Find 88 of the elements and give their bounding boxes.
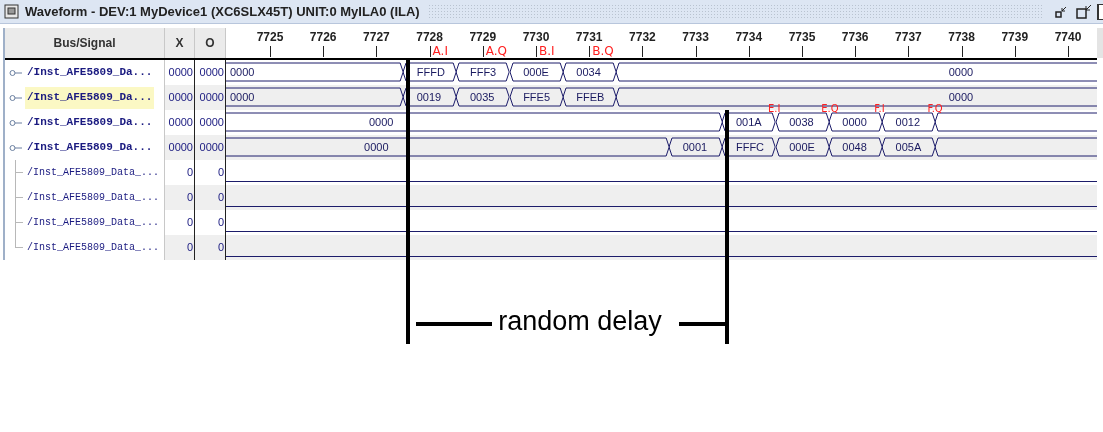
bus-value: 000E <box>523 65 549 79</box>
tick-mark <box>1014 46 1016 57</box>
bus-value: 005A <box>895 140 922 154</box>
expand-icon[interactable] <box>9 118 23 127</box>
tick-mark <box>748 46 750 57</box>
signal-name[interactable]: /Inst_AFE5809_Data_... <box>25 211 162 234</box>
bus-value: 0034 <box>576 65 601 79</box>
table-cell: 0000 <box>165 60 195 85</box>
tick-mark <box>1068 46 1069 57</box>
tick-mark <box>802 46 803 57</box>
tick-mark <box>323 46 325 57</box>
bus-segment <box>509 60 564 85</box>
tick-mark <box>961 46 963 57</box>
bus-value: 0000 <box>948 90 974 104</box>
app-icon <box>4 4 19 19</box>
bus-value: FFF3 <box>469 65 497 79</box>
tick-mark <box>855 46 857 57</box>
table-cell: 0000 <box>165 85 195 110</box>
expand-icon[interactable] <box>9 93 23 102</box>
expand-icon[interactable] <box>9 68 23 77</box>
bus-value: 0048 <box>842 140 867 154</box>
tick-label: 7736 <box>841 30 869 44</box>
bus-value: 0000 <box>948 65 974 79</box>
signal-name[interactable]: /Inst_AFE5809_Da... <box>25 86 155 109</box>
bus-segment <box>456 60 511 85</box>
bus-value: 000E <box>789 140 815 154</box>
annotation: F.I <box>874 104 885 114</box>
annotation: E.I <box>767 104 781 114</box>
expand-icon[interactable] <box>9 143 23 152</box>
tick-label: 7728 <box>416 30 443 44</box>
window-title: Waveform - DEV:1 MyDevice1 (XC6SLX45T) UNIT:0 MyILA0 (ILA) <box>25 2 420 21</box>
bus-value: FFFD <box>416 65 445 79</box>
tick-label: 7734 <box>735 30 763 44</box>
tick-mark <box>429 46 431 57</box>
signal-name[interactable]: /Inst_AFE5809_Data_... <box>25 161 162 184</box>
tick-label: 7732 <box>629 30 656 44</box>
annotation: E.Q <box>821 104 839 114</box>
bus-segment <box>828 135 883 160</box>
close-button[interactable] <box>1097 3 1103 20</box>
signal-name[interactable]: /Inst_AFE5809_Da... <box>25 61 155 84</box>
tick-mark <box>908 46 910 57</box>
bus-value: FFEB <box>576 90 605 104</box>
tick-mark <box>376 46 378 57</box>
tick-label: 7733 <box>682 30 709 44</box>
tick-label: 7725 <box>256 30 284 44</box>
bus-segment <box>775 135 830 160</box>
tick-label: 7737 <box>895 30 922 44</box>
bus-value: 0012 <box>895 115 921 129</box>
bus-value: 0035 <box>469 90 495 104</box>
tick-mark <box>536 46 537 57</box>
tick-mark <box>642 46 644 57</box>
bus-value: 0000 <box>230 65 255 79</box>
tick-mark <box>482 46 484 57</box>
tick-label: 7727 <box>363 30 390 44</box>
tick-label: 7735 <box>788 30 816 44</box>
table-cell: 0000 <box>165 110 195 135</box>
signal-name[interactable]: /Inst_AFE5809_Da... <box>25 111 155 134</box>
tick-label: 7730 <box>522 30 550 44</box>
restore-button[interactable] <box>1075 2 1093 21</box>
bus-value: 0000 <box>368 115 394 129</box>
annotation: B.I <box>539 45 555 57</box>
tick-mark <box>589 46 591 57</box>
column-header[interactable]: X <box>165 28 195 58</box>
tick-mark <box>270 46 271 57</box>
delay-label: random delay <box>498 308 662 335</box>
bus-value: 0000 <box>842 115 867 129</box>
tick-label: 7726 <box>309 30 337 44</box>
bus-value: 0000 <box>364 140 389 154</box>
bus-value: 001A <box>735 115 762 129</box>
annotation: A.Q <box>485 45 508 57</box>
scrollbar[interactable] <box>1097 28 1103 58</box>
column-header[interactable]: Bus/Signal <box>5 28 165 58</box>
tick-label: 7729 <box>469 30 497 44</box>
tick-mark <box>695 46 697 57</box>
tick-label: 7738 <box>948 30 975 44</box>
bus-value: 0000 <box>230 90 255 104</box>
tick-label: 7740 <box>1054 30 1082 44</box>
bus-value: 0019 <box>416 90 442 104</box>
bus-value: 0001 <box>682 140 708 154</box>
tick-label: 7731 <box>575 30 603 44</box>
table-cell: 0000 <box>165 135 195 160</box>
annotation: A.I <box>432 45 448 57</box>
annotation: F.Q <box>927 104 943 114</box>
bus-value: 0038 <box>789 115 814 129</box>
tick-label: 7739 <box>1001 30 1029 44</box>
annotation: B.Q <box>592 45 614 57</box>
bus-value: FFFC <box>735 140 765 154</box>
bus-value: FFE5 <box>523 90 551 104</box>
